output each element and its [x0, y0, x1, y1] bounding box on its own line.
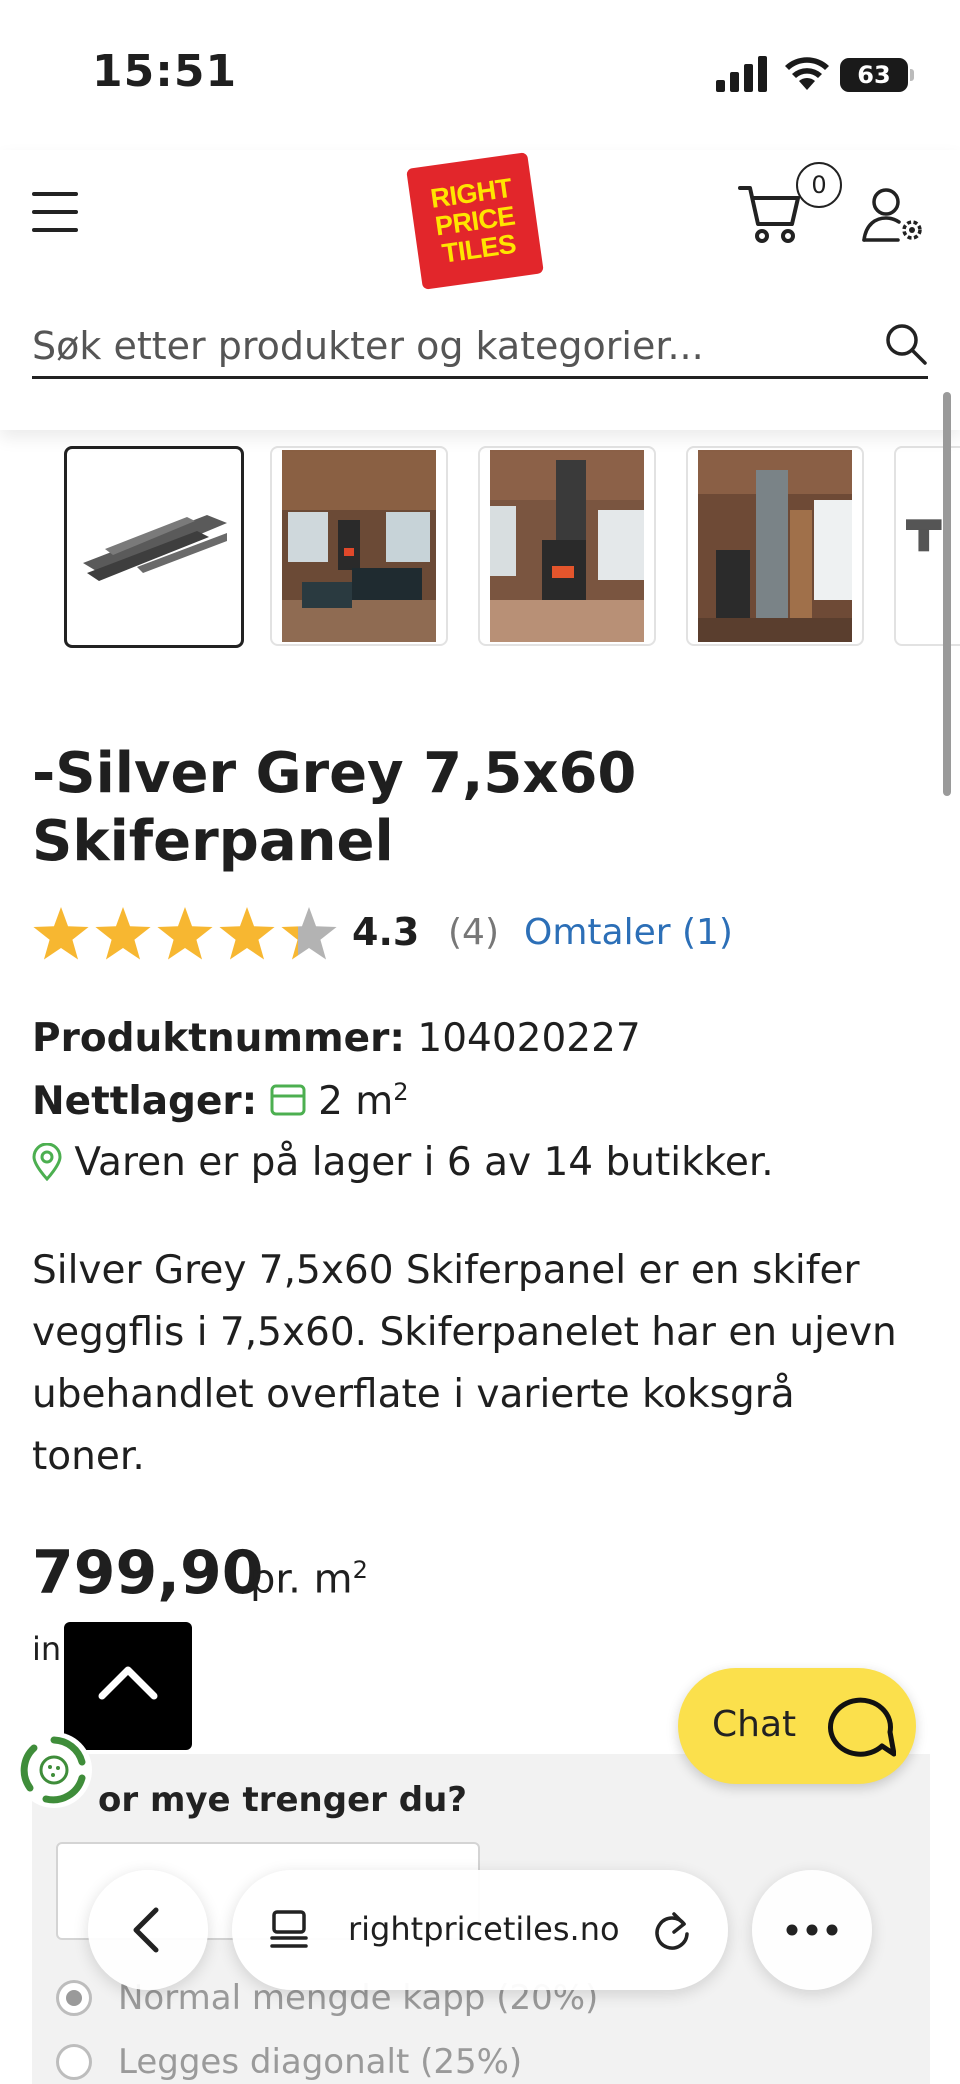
star-icon — [95, 907, 151, 960]
panel-detail-image — [906, 450, 960, 621]
right-price-tiles-logo[interactable]: RIGHT PRICE TILES — [406, 152, 544, 290]
product-number-label: Produktnummer: — [32, 1016, 405, 1061]
radio-diagonal-label: Legges diagonalt (25%) — [118, 2042, 523, 2082]
product-description: Silver Grey 7,5x60 Skiferpanel er en ski… — [32, 1248, 897, 1479]
star-icon — [281, 907, 337, 960]
chevron-up-icon — [98, 1666, 158, 1700]
battery-indicator: 63 — [840, 58, 914, 92]
reload-icon[interactable] — [650, 1908, 694, 1952]
rating-value: 4.3 — [352, 910, 420, 954]
store-stock: Varen er på lager i 6 av 14 butikker. — [32, 1140, 774, 1185]
cellular-signal-icon — [716, 56, 767, 92]
price-unit-sup: 2 — [352, 1556, 368, 1584]
browser-back-button[interactable] — [88, 1870, 208, 1990]
slate-panel-image — [77, 451, 231, 643]
page-menu-icon — [270, 1910, 308, 1948]
gallery-thumbnail[interactable] — [686, 446, 864, 646]
browser-address-bar[interactable]: rightpricetiles.no — [232, 1870, 728, 1990]
status-bar: 15:51 63 — [0, 0, 960, 150]
search-icon[interactable] — [884, 322, 928, 366]
price-unit: pr. m2 — [250, 1556, 368, 1602]
radio-normal-waste[interactable] — [56, 1980, 92, 2016]
eco-badge[interactable] — [16, 1732, 92, 1808]
stove-corner-image — [698, 450, 852, 642]
recycle-leaf-icon — [20, 1736, 86, 1804]
search-input[interactable] — [32, 320, 862, 372]
search-bar — [32, 320, 928, 379]
product-number-value: 104020227 — [417, 1016, 641, 1061]
browser-more-button[interactable] — [752, 1870, 872, 1990]
radio-diagonal[interactable] — [56, 2044, 92, 2080]
cart-count-badge: 0 — [796, 162, 842, 208]
more-dots-icon — [786, 1924, 838, 1936]
fireplace-wall-image — [490, 450, 644, 642]
price-unit-text: pr. m — [250, 1556, 353, 1603]
star-icon — [219, 907, 275, 960]
user-settings-icon[interactable] — [862, 186, 926, 244]
scroll-to-top-button[interactable] — [64, 1622, 192, 1750]
store-stock-text: Varen er på lager i 6 av 14 butikker. — [74, 1140, 774, 1185]
calculator-title: or mye trenger du? — [98, 1780, 468, 1820]
product-title: -Silver Grey 7,5x60 Skiferpanel — [32, 740, 912, 876]
online-stock-value: 2 m — [318, 1079, 394, 1124]
chat-button[interactable]: Chat — [678, 1668, 916, 1784]
price-incl-text: in — [32, 1630, 62, 1668]
online-stock-unit-sup: 2 — [393, 1078, 409, 1106]
chevron-left-icon — [133, 1907, 159, 1953]
living-room-image — [282, 450, 436, 642]
online-stock: Nettlager: 2 m2 — [32, 1078, 409, 1124]
product-title-line-2: Skiferpanel — [32, 809, 394, 874]
cart-icon[interactable] — [738, 182, 802, 244]
gallery-thumbnail[interactable] — [270, 446, 448, 646]
gallery-thumbnail[interactable] — [478, 446, 656, 646]
product-title-line-1: -Silver Grey 7,5x60 — [32, 741, 637, 806]
image-gallery-thumbnails — [62, 446, 960, 648]
site-header: RIGHT PRICE TILES 0 — [0, 150, 960, 430]
product-price: 799,90 — [32, 1538, 264, 1608]
product-number: Produktnummer: 104020227 — [32, 1016, 641, 1061]
hamburger-menu-icon[interactable] — [32, 190, 80, 234]
location-pin-icon — [32, 1142, 62, 1182]
chat-label: Chat — [712, 1704, 797, 1745]
status-time: 15:51 — [92, 46, 238, 97]
reviews-link[interactable]: Omtaler (1) — [524, 912, 733, 953]
gallery-thumbnail[interactable] — [64, 446, 244, 648]
star-rating — [33, 907, 337, 960]
rating-row: 4.3 (4) Omtaler (1) — [32, 902, 932, 972]
rating-count: (4) — [448, 912, 499, 953]
page-scrollbar[interactable] — [943, 392, 951, 796]
wifi-icon — [785, 57, 829, 90]
chat-bubble-icon — [827, 1697, 896, 1757]
star-icon — [157, 907, 213, 960]
star-icon — [33, 907, 89, 960]
url-text: rightpricetiles.no — [348, 1910, 620, 1948]
online-stock-label: Nettlager: — [32, 1079, 258, 1124]
box-icon — [270, 1084, 306, 1116]
